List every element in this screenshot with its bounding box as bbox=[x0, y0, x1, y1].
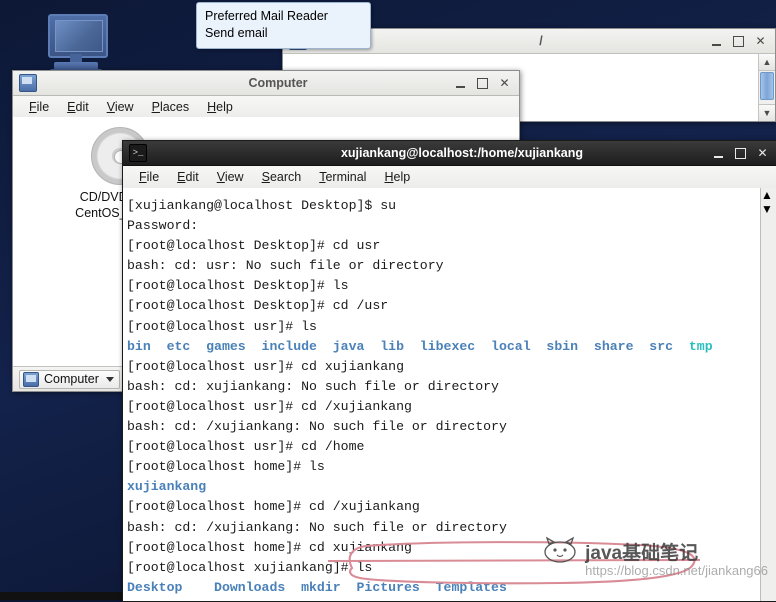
terminal-line: [root@localhost home]# ls bbox=[127, 457, 761, 477]
maximize-icon[interactable] bbox=[734, 147, 747, 160]
menu-help[interactable]: Help bbox=[376, 168, 418, 186]
terminal-line: [root@localhost Desktop]# ls bbox=[127, 276, 761, 296]
terminal-colored-text: tmp bbox=[688, 338, 713, 354]
computer-window-title: Computer bbox=[248, 76, 308, 90]
menu-file[interactable]: File bbox=[21, 98, 57, 116]
terminal-line: [root@localhost usr]# cd /home bbox=[127, 437, 761, 457]
terminal-line: [root@localhost usr]# cd /xujiankang bbox=[127, 397, 761, 417]
terminal-line: [root@localhost home]# cd xujiankang bbox=[127, 538, 761, 558]
terminal-line: bash: cd: /xujiankang: No such file or d… bbox=[127, 518, 761, 538]
monitor-screen-icon bbox=[55, 20, 103, 52]
terminal-line: [root@localhost usr]# cd xujiankang bbox=[127, 357, 761, 377]
terminal-colored-text: Documents jdk Music Public Videos bbox=[127, 600, 483, 601]
menu-file[interactable]: File bbox=[131, 168, 167, 186]
root-window-scrollbar[interactable]: ▲ ▼ bbox=[758, 54, 775, 121]
terminal-text: [root@localhost usr]# cd xujiankang bbox=[127, 358, 404, 374]
terminal-text: [root@localhost home]# cd xujiankang bbox=[127, 539, 412, 555]
terminal-menubar[interactable]: File Edit View Search Terminal Help bbox=[123, 166, 776, 189]
close-icon[interactable]: ✕ bbox=[754, 35, 767, 48]
computer-icon bbox=[23, 371, 39, 387]
scroll-up-icon[interactable]: ▲ bbox=[761, 188, 776, 202]
terminal-line: Desktop Downloads mkdir Pictures Templat… bbox=[127, 578, 761, 598]
scroll-down-icon[interactable]: ▼ bbox=[761, 202, 776, 216]
maximize-icon[interactable] bbox=[476, 77, 489, 90]
terminal-text: [root@localhost usr]# cd /home bbox=[127, 439, 365, 455]
close-icon[interactable]: ✕ bbox=[756, 147, 769, 160]
menu-edit[interactable]: Edit bbox=[59, 98, 97, 116]
computer-window-titlebar[interactable]: Computer ✕ bbox=[13, 71, 519, 96]
terminal-text: bash: cd: /xujiankang: No such file or d… bbox=[127, 519, 507, 535]
terminal-line: [xujiankang@localhost Desktop]$ su bbox=[127, 196, 761, 216]
terminal-line: [root@localhost Desktop]# cd usr bbox=[127, 236, 761, 256]
terminal-line: bash: cd: usr: No such file or directory bbox=[127, 256, 761, 276]
terminal-titlebar[interactable]: >_ xujiankang@localhost:/home/xujiankang… bbox=[123, 141, 776, 166]
terminal-scrollbar[interactable]: ▲ ▼ bbox=[760, 188, 776, 601]
menu-terminal[interactable]: Terminal bbox=[311, 168, 374, 186]
computer-window-icon bbox=[19, 74, 37, 92]
scrollbar-thumb[interactable] bbox=[760, 72, 774, 100]
menu-view[interactable]: View bbox=[209, 168, 252, 186]
terminal-text: Password: bbox=[127, 218, 199, 234]
computer-desktop-icon[interactable] bbox=[44, 12, 110, 78]
computer-window-buttons[interactable]: ✕ bbox=[454, 71, 519, 95]
terminal-line: xujiankang bbox=[127, 477, 761, 497]
tooltip-subtitle: Send email bbox=[205, 26, 268, 40]
terminal-text: [root@localhost Desktop]# cd usr bbox=[127, 238, 381, 254]
terminal-line: Password: bbox=[127, 216, 761, 236]
terminal-text: bash: cd: xujiankang: No such file or di… bbox=[127, 378, 499, 394]
menu-search[interactable]: Search bbox=[254, 168, 310, 186]
terminal-line: [root@localhost Desktop]# cd /usr bbox=[127, 296, 761, 316]
minimize-icon[interactable] bbox=[710, 35, 723, 48]
terminal-text: [root@localhost home]# ls bbox=[127, 459, 325, 475]
terminal-output-area[interactable]: [xujiankang@localhost Desktop]$ su Passwo… bbox=[123, 188, 761, 601]
terminal-text: [root@localhost usr]# ls bbox=[127, 318, 317, 334]
terminal-line: bin etc games include java lib libexec l… bbox=[127, 337, 761, 357]
monitor-icon bbox=[48, 14, 108, 58]
terminal-text: [root@localhost home]# cd /xujiankang bbox=[127, 499, 420, 515]
chevron-down-icon bbox=[105, 376, 114, 382]
place-selector-label: Computer bbox=[44, 372, 99, 386]
terminal-line: [root@localhost xujiankang]# ls bbox=[127, 558, 761, 578]
root-window-title: / bbox=[539, 34, 543, 48]
desktop-background: / ✕ File Edit View Places Help c root bbox=[0, 0, 776, 602]
terminal-line: Documents jdk Music Public Videos bbox=[127, 598, 761, 601]
terminal-line: [root@localhost usr]# ls bbox=[127, 317, 761, 337]
terminal-window-title: xujiankang@localhost:/home/xujiankang bbox=[340, 146, 584, 160]
menu-places[interactable]: Places bbox=[144, 98, 198, 116]
menu-help[interactable]: Help bbox=[199, 98, 241, 116]
terminal-line: bash: cd: xujiankang: No such file or di… bbox=[127, 377, 761, 397]
terminal-text: bash: cd: /xujiankang: No such file or d… bbox=[127, 419, 507, 435]
terminal-window[interactable]: >_ xujiankang@localhost:/home/xujiankang… bbox=[122, 140, 776, 602]
mail-reader-tooltip: Preferred Mail Reader Send email bbox=[196, 2, 371, 49]
maximize-icon[interactable] bbox=[732, 35, 745, 48]
scroll-up-icon[interactable]: ▲ bbox=[759, 54, 775, 71]
terminal-window-buttons[interactable]: ✕ bbox=[712, 141, 776, 165]
terminal-icon: >_ bbox=[129, 144, 147, 162]
terminal-text: [root@localhost Desktop]# cd /usr bbox=[127, 298, 389, 314]
terminal-text: [root@localhost xujiankang]# ls bbox=[127, 559, 373, 575]
terminal-colored-text: Desktop Downloads mkdir Pictures Templat… bbox=[127, 579, 507, 595]
terminal-text: [xujiankang@localhost Desktop]$ su bbox=[127, 198, 397, 213]
minimize-icon[interactable] bbox=[712, 147, 725, 160]
minimize-icon[interactable] bbox=[454, 77, 467, 90]
place-selector-dropdown[interactable]: Computer bbox=[19, 369, 120, 389]
close-icon[interactable]: ✕ bbox=[498, 77, 511, 90]
root-window-buttons[interactable]: ✕ bbox=[710, 29, 775, 53]
terminal-line: bash: cd: /xujiankang: No such file or d… bbox=[127, 417, 761, 437]
tooltip-title: Preferred Mail Reader bbox=[205, 9, 328, 23]
terminal-text: [root@localhost usr]# cd /xujiankang bbox=[127, 398, 412, 414]
menu-view[interactable]: View bbox=[99, 98, 142, 116]
computer-window-menubar[interactable]: File Edit View Places Help bbox=[13, 96, 519, 119]
terminal-text: bash: cd: usr: No such file or directory bbox=[127, 258, 444, 274]
scroll-down-icon[interactable]: ▼ bbox=[759, 104, 775, 121]
terminal-colored-text: bin etc games include java lib libexec l… bbox=[127, 338, 689, 354]
menu-edit[interactable]: Edit bbox=[169, 168, 207, 186]
terminal-text: [root@localhost Desktop]# ls bbox=[127, 278, 349, 294]
terminal-colored-text: xujiankang bbox=[127, 479, 207, 495]
terminal-line: [root@localhost home]# cd /xujiankang bbox=[127, 497, 761, 517]
